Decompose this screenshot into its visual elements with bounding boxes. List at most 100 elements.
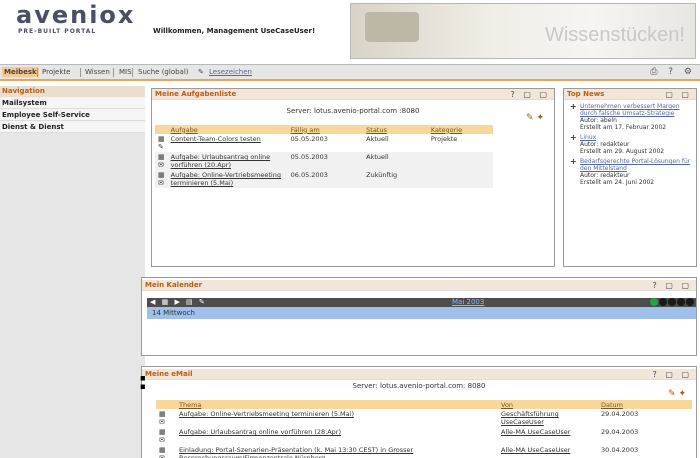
tab-suche[interactable]: Suche (global) [136,67,191,77]
table-row: ▦ ✉ Aufgabe: Online-Vertriebsmeeting ter… [156,409,692,427]
task-link[interactable]: Aufgabe: Urlaubsantrag online vorführen … [167,152,288,170]
task-icon: ▦ ✉ [155,152,168,170]
task-link[interactable]: Content-Team-Colors testen [168,134,288,152]
calendar-nav-icons[interactable]: ◀ ▦ ▶ ▤ ✎ [150,298,207,306]
task-category [427,152,493,170]
calendar-month[interactable]: Mai 2003 [452,298,484,307]
mail-from[interactable]: Alle-MA UseCaseUser [498,445,598,458]
edit-icons[interactable]: ✎ ✦ [668,389,686,399]
task-icon: ▦ ✎ [158,135,165,151]
news-date: Erstellt am 24. Juni 2002 [580,179,655,186]
email-table: Thema Von Datum ▦ ✉ Aufgabe: Online-Vert… [156,400,692,458]
sidebar-item-mailsystem[interactable]: Mailsystem [0,97,145,109]
news-author: Autor: redakteur [580,141,630,148]
lesezeichen-link[interactable]: Lesezeichen [207,67,254,77]
banner-photo [365,12,419,42]
news-item: + Bedarfsgerechte Portal-Lösungen für de… [564,157,696,187]
table-row: ▦ ✉ Aufgabe: Online-Vertriebsmeeting ter… [155,170,493,188]
news-item: + Linux Autor: redakteur Erstellt am 29.… [564,133,696,156]
table-header-faellig[interactable]: Fällig am [287,125,364,134]
calendar-view-buttons[interactable] [649,298,694,307]
task-status: Aktuell [363,152,428,170]
table-header-icon [155,125,168,134]
sidebar-title: Navigation [0,86,145,97]
news-title: Top News [567,90,605,98]
banner-text: Wissenstücken! [544,24,685,46]
mail-icon: ▦ ✉ [159,446,166,458]
mail-icon: ▦ ✉ [159,428,166,444]
email-panel-header: Meine eMail ? ▢ ▢ [142,369,696,380]
table-header-thema[interactable]: Thema [176,400,498,409]
calendar-panel-header: Mein Kalender ? ▢ ▢ [142,280,696,291]
view-circle-icon[interactable] [668,298,676,306]
mail-from[interactable]: Geschäftsführung UseCaseUser [498,409,598,427]
news-date: Erstellt am 29. August 2002 [580,148,665,155]
aufgaben-table: Aufgabe Fällig am Status Kategorie ▦ ✎ C… [155,125,493,188]
colon-mark: : [138,367,148,395]
logo-subtitle: PRE-BUILT PORTAL [18,28,97,35]
aufgaben-panel: Meine Aufgabenliste ? ▢ ▢ Server: lotus.… [151,88,555,267]
mail-subject[interactable]: Aufgabe: Urlaubsantrag online vorführen … [176,427,498,445]
logo[interactable]: aveniox PRE-BUILT PORTAL [16,2,135,35]
task-link[interactable]: Aufgabe: Online-Vertriebsmeeting termini… [167,170,288,188]
mail-subject[interactable]: Einladung: Portal-Szenarien-Präsentation… [176,445,498,458]
table-header-icon [156,400,176,409]
news-link[interactable]: Unternehmen verbessert Margen durch fals… [580,103,696,117]
task-status: Zukünftig [363,170,428,188]
aufgaben-server: Server: lotus.avenio-portal.com :8080 [286,107,420,115]
mail-subject[interactable]: Aufgabe: Online-Vertriebsmeeting termini… [176,409,498,427]
news-author: Autor: redakteur [580,172,630,179]
view-circle-icon[interactable] [686,298,694,306]
mail-date: 30.04.2003 [601,446,639,454]
task-category [427,170,493,188]
email-panel: Meine eMail ? ▢ ▢ Server: lotus.avenio-p… [141,366,697,458]
table-header-datum[interactable]: Datum [598,400,692,409]
news-author: Autor: abeln [580,117,617,124]
tab-separator [37,68,38,77]
panel-controls[interactable]: ▢ ▢ [665,89,692,100]
task-due: 06.05.2003 [287,170,364,188]
mail-icon: ▦ ✉ [159,410,166,426]
aufgaben-panel-header: Meine Aufgabenliste ? ▢ ▢ [152,89,554,100]
news-link[interactable]: Linux [580,134,696,141]
logo-text: aveniox [16,1,136,29]
task-category: Projekte [430,135,458,143]
task-due: 05.05.2003 [287,152,364,170]
table-header-kategorie[interactable]: Kategorie [427,125,493,134]
calendar-toolbar: ◀ ▦ ▶ ▤ ✎ Mai 2003 [147,298,696,307]
sidebar: Navigation Mailsystem Employee Self-Serv… [0,86,145,458]
plus-icon: + [570,157,577,166]
table-header-aufgabe[interactable]: Aufgabe [167,125,288,134]
task-status: Aktuell [366,135,389,143]
tab-separator [113,68,114,77]
top-navigation: Meibesk Projekte Wissen MIS Suche (globa… [0,64,700,81]
table-row: ▦ ✉ Aufgabe: Urlaubsantrag online vorfüh… [156,427,692,445]
news-panel: Top News ▢ ▢ + Unternehmen verbessert Ma… [563,88,697,267]
tab-meibesk[interactable]: Meibesk [2,67,39,77]
edit-icons[interactable]: ✎ ✦ [526,113,544,123]
mail-from[interactable]: Alle-MA UseCaseUser [498,427,598,445]
view-circle-icon[interactable] [677,298,685,306]
table-header-von[interactable]: Von [498,400,598,409]
table-row: ▦ ✎ Content-Team-Colors testen 05.05.200… [155,134,493,152]
news-link[interactable]: Bedarfsgerechte Portal-Lösungen für den … [580,158,696,172]
view-circle-icon[interactable] [659,298,667,306]
toolbar-icons[interactable]: ⎙ ? ⚙ [650,67,696,77]
mail-date: 29.04.2003 [601,410,639,418]
view-circle-icon[interactable] [650,298,658,306]
table-header-status[interactable]: Status [363,125,428,134]
panel-controls[interactable]: ? ▢ ▢ [653,280,692,291]
panel-controls[interactable]: ? ▢ ▢ [511,89,550,100]
welcome-message: Willkommen, Management UseCaseUser! [153,27,316,35]
calendar-day[interactable]: 14 Mittwoch [147,307,696,319]
plus-icon: + [570,133,577,142]
sidebar-item-dienst[interactable]: Dienst & Dienst [0,121,145,133]
tab-wissen[interactable]: Wissen [83,67,112,77]
pencil-icon[interactable]: ✎ [196,67,206,77]
tab-separator [80,68,81,77]
panel-controls[interactable]: ? ▢ ▢ [653,369,692,380]
email-title: Meine eMail [145,370,193,378]
tab-projekte[interactable]: Projekte [40,67,72,77]
sidebar-item-employee-self-service[interactable]: Employee Self-Service [0,109,145,121]
header: aveniox PRE-BUILT PORTAL Willkommen, Man… [0,0,700,60]
